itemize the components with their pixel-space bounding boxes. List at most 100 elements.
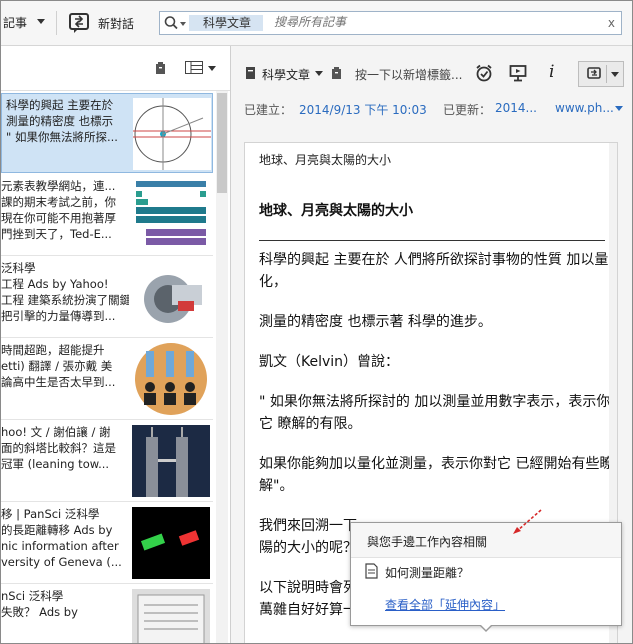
note-list-item[interactable]: nSci 泛科學 失敗？ Ads by	[1, 585, 213, 643]
presentation-icon[interactable]	[509, 64, 527, 82]
note-snippet-line: 失敗？ Ads by	[1, 605, 78, 619]
note-snippet-title: 元素表教學網站，連...	[1, 179, 116, 193]
note-snippet: 時間超跑，超能提升 etti) 翻譯 / 張亦戴 美 論高中生是否太早到...	[1, 342, 129, 390]
related-content-popup: 與您手邊工作內容相關 如何測量距離？ 查看全部「延伸內容」	[350, 522, 622, 632]
note-snippet-line: 的長距離轉移 Ads by	[1, 523, 113, 537]
notebook-selector[interactable]: 科學文章	[262, 66, 310, 83]
note-snippet-line: 課的期末考試之前，你	[1, 195, 116, 209]
note-snippet-title: hoo! 文 / 謝伯讓 / 謝	[1, 425, 111, 439]
share-dropdown-icon[interactable]	[611, 72, 619, 77]
paragraph-line: 萬雜自好好算一	[259, 602, 357, 618]
top-toolbar: 記事 新對話 科學文章 x	[1, 1, 632, 46]
metadata-dropdown-icon[interactable]	[615, 106, 623, 111]
annotation-arrow-icon	[513, 509, 542, 534]
paragraph: 如果你能夠加以量化並測量，表示你對它 已經開始有些瞭 解"。	[259, 453, 613, 497]
note-list-scrollbar-thumb[interactable]	[217, 93, 227, 193]
notebook-icon[interactable]	[245, 66, 256, 80]
note-snippet-line: nic information after	[1, 539, 119, 553]
paragraph: " 如果你無法將所探討的 加以測量並用數字表示，表示你對它 瞭解的有限。	[259, 391, 617, 435]
add-tag-field[interactable]: 按一下以新增標籤...	[355, 66, 462, 83]
notebook-dropdown-icon[interactable]	[315, 71, 323, 76]
note-snippet: 元素表教學網站，連... 課的期末考試之前，你 現在你可能不用抱著厚 門挫到天了…	[1, 178, 129, 242]
paragraph-line: " 如果你無法將所探討的 加以測量並用數字表示，表示你對	[259, 394, 618, 410]
note-list-item[interactable]: 泛科學 工程 Ads by Yahoo! 工程 建築系統扮演了關鍵角 把引擊的力…	[1, 257, 213, 338]
note-snippet-line: 面的斜塔比較斜？這是	[1, 441, 116, 455]
note-snippet-line: 把引擊的力量傳導到...	[1, 309, 116, 323]
note-list-item[interactable]: 元素表教學網站，連... 課的期末考試之前，你 現在你可能不用抱著厚 門挫到天了…	[1, 175, 213, 256]
note-header-line: 地球、月亮與太陽的大小	[259, 153, 392, 167]
search-input[interactable]	[272, 14, 576, 30]
note-thumbnail-towers	[132, 425, 210, 497]
heading-rule	[259, 240, 605, 241]
paragraph-line: 我們來回溯一下	[259, 518, 357, 534]
note-snippet-title: 泛科學	[1, 261, 36, 275]
note-snippet-line: 科學的興起 主要在於	[6, 98, 114, 112]
note-snippet: hoo! 文 / 謝伯讓 / 謝 面的斜塔比較斜？這是 冠軍 (leaning …	[1, 424, 129, 472]
view-options-dropdown-icon[interactable]	[208, 66, 216, 71]
note-list-header	[1, 46, 230, 91]
paragraph-line: 以下說明時會列	[259, 580, 357, 596]
note-thumbnail-laser	[132, 507, 210, 579]
search-scope-dropdown-icon[interactable]	[180, 22, 186, 26]
source-url[interactable]: www.ph...	[555, 101, 614, 115]
tag-icon[interactable]	[155, 61, 166, 75]
created-date[interactable]: 2014/9/13 下午 10:03	[299, 101, 427, 118]
note-thumbnail-engine	[132, 261, 210, 333]
share-button[interactable]	[578, 61, 624, 87]
list-view-icon[interactable]	[185, 61, 203, 74]
tag-icon[interactable]	[331, 66, 342, 80]
search-notebook-token[interactable]: 科學文章	[189, 15, 263, 31]
share-chat-icon	[587, 67, 601, 79]
note-snippet-title: nSci 泛科學	[1, 589, 64, 603]
search-box[interactable]: 科學文章 x	[159, 11, 622, 35]
note-list-item[interactable]: 移 | PanSci 泛科學 的長距離轉移 Ads by nic informa…	[1, 503, 213, 584]
paragraph-line: 化，	[259, 274, 287, 290]
note-thumbnail-silhouettes	[135, 343, 207, 415]
updated-label: 已更新：	[443, 103, 492, 117]
popup-header: 與您手邊工作內容相關	[351, 523, 621, 558]
note-list-item[interactable]: hoo! 文 / 謝伯讓 / 謝 面的斜塔比較斜？這是 冠軍 (leaning …	[1, 421, 213, 502]
note-snippet-line: 論高中生是否太早到...	[1, 375, 116, 389]
note-info-icon[interactable]: i	[549, 62, 554, 82]
paragraph: 測量的精密度 也標示著 科學的進步。	[259, 311, 609, 333]
paragraph-line: 陽的大小的呢？	[259, 540, 357, 556]
search-icon[interactable]	[163, 15, 181, 31]
updated-date[interactable]: 2014...	[495, 101, 537, 115]
note-toolbar: 科學文章 按一下以新增標籤... i	[231, 46, 632, 88]
note-snippet-line: 工程 Ads by Yahoo!	[1, 277, 109, 291]
note-heading: 地球、月亮與太陽的大小	[259, 203, 413, 219]
created-label: 已建立：	[244, 103, 293, 117]
note-list-panel: 科學的興起 主要在於 測量的精密度 也標示 " 如果你無法將所探... 元素表教…	[1, 46, 231, 643]
popup-pointer-fill	[480, 624, 492, 630]
new-chat-button[interactable]: 新對話	[98, 15, 134, 32]
note-snippet: 泛科學 工程 Ads by Yahoo! 工程 建築系統扮演了關鍵角 把引擊的力…	[1, 260, 129, 324]
note-snippet-line: 冠軍 (leaning tow...	[1, 457, 110, 471]
note-snippet-line: " 如果你無法將所探...	[6, 130, 118, 144]
paragraph-line: 測量的精密度 也標示著 科學的進步。	[259, 314, 492, 330]
note-icon	[365, 563, 378, 579]
note-snippet-line: 測量的精密度 也標示	[6, 114, 114, 128]
note-snippet-line: etti) 翻譯 / 張亦戴 美	[1, 359, 113, 373]
paragraph: 凱文（Kelvin）曾說：	[259, 351, 609, 373]
note-snippet: 科學的興起 主要在於 測量的精密度 也標示 " 如果你無法將所探...	[2, 97, 130, 145]
related-note-link[interactable]: 如何測量距離？	[385, 564, 469, 581]
note-thumbnail-periodic-table	[132, 179, 210, 251]
note-snippet-line: 門挫到天了，Ted-E...	[1, 227, 112, 241]
view-all-related-link[interactable]: 查看全部「延伸內容」	[385, 596, 505, 613]
note-list-item[interactable]: 科學的興起 主要在於 測量的精密度 也標示 " 如果你無法將所探...	[1, 93, 213, 173]
note-snippet-title: 時間超跑，超能提升	[1, 343, 105, 357]
note-thumbnail-newspaper	[132, 589, 210, 643]
paragraph-line: 如果你能夠加以量化並測量，表示你對它 已經開始有些瞭	[259, 456, 614, 472]
note-list-item[interactable]: 時間超跑，超能提升 etti) 翻譯 / 張亦戴 美 論高中生是否太早到...	[1, 339, 213, 420]
new-note-button[interactable]: 記事	[3, 14, 27, 31]
new-note-dropdown-icon[interactable]	[37, 19, 45, 24]
paragraph-line: 凱文（Kelvin）曾說：	[259, 354, 400, 370]
chat-icon[interactable]	[68, 12, 90, 34]
reminder-alarm-icon[interactable]	[475, 64, 493, 82]
paragraph-line: 科學的興起 主要在於 人們將所欲探討事物的性質 加以量	[259, 252, 609, 268]
app-window: 記事 新對話 科學文章 x	[0, 0, 633, 644]
note-snippet-line: versity of Geneva (...	[1, 555, 122, 569]
clear-search-icon[interactable]: x	[608, 16, 615, 30]
popup-title: 與您手邊工作內容相關	[367, 535, 488, 549]
note-list-scrollbar[interactable]	[216, 91, 228, 643]
